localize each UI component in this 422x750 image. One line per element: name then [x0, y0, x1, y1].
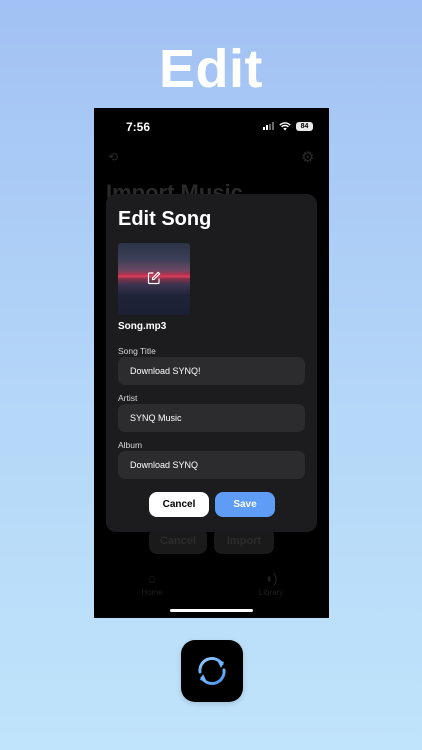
edit-icon[interactable]: [147, 271, 161, 285]
song-title-input[interactable]: [118, 357, 305, 385]
album-label: Album: [118, 440, 143, 450]
tab-home[interactable]: ⌂ Home: [132, 570, 172, 597]
save-button[interactable]: Save: [215, 492, 275, 517]
tab-library[interactable]: ◖) Library: [251, 570, 291, 597]
home-indicator: [170, 609, 253, 612]
song-title-label: Song Title: [118, 346, 156, 356]
house-icon: ⌂: [147, 570, 157, 586]
edit-song-modal: Edit Song Song.mp3 Song Title Artist Alb…: [106, 194, 317, 532]
tab-library-label: Library: [258, 588, 284, 597]
signal-icon: [263, 122, 274, 130]
battery-icon: 84: [296, 121, 313, 131]
sync-arrows-icon: [198, 657, 226, 685]
artist-input[interactable]: [118, 404, 305, 432]
back-icon[interactable]: ⟲: [108, 150, 120, 164]
cancel-button[interactable]: Cancel: [149, 492, 209, 517]
status-icons: 84: [263, 121, 313, 131]
album-input[interactable]: [118, 451, 305, 479]
headline: Edit: [159, 39, 263, 99]
wifi-icon: [279, 121, 291, 130]
tab-home-label: Home: [141, 588, 163, 597]
song-filename: Song.mp3: [118, 321, 167, 332]
status-time: 7:56: [126, 120, 151, 134]
speaker-icon: ◖): [264, 570, 278, 586]
artist-label: Artist: [118, 393, 138, 403]
gear-icon[interactable]: ⚙: [301, 148, 317, 166]
app-icon: [181, 640, 243, 702]
phone-screen: 7:56 84 ⟲ ⚙ Import Music Cancel Import ⌂…: [94, 108, 329, 618]
album-artwork[interactable]: [118, 243, 190, 315]
modal-title: Edit Song: [118, 208, 212, 230]
